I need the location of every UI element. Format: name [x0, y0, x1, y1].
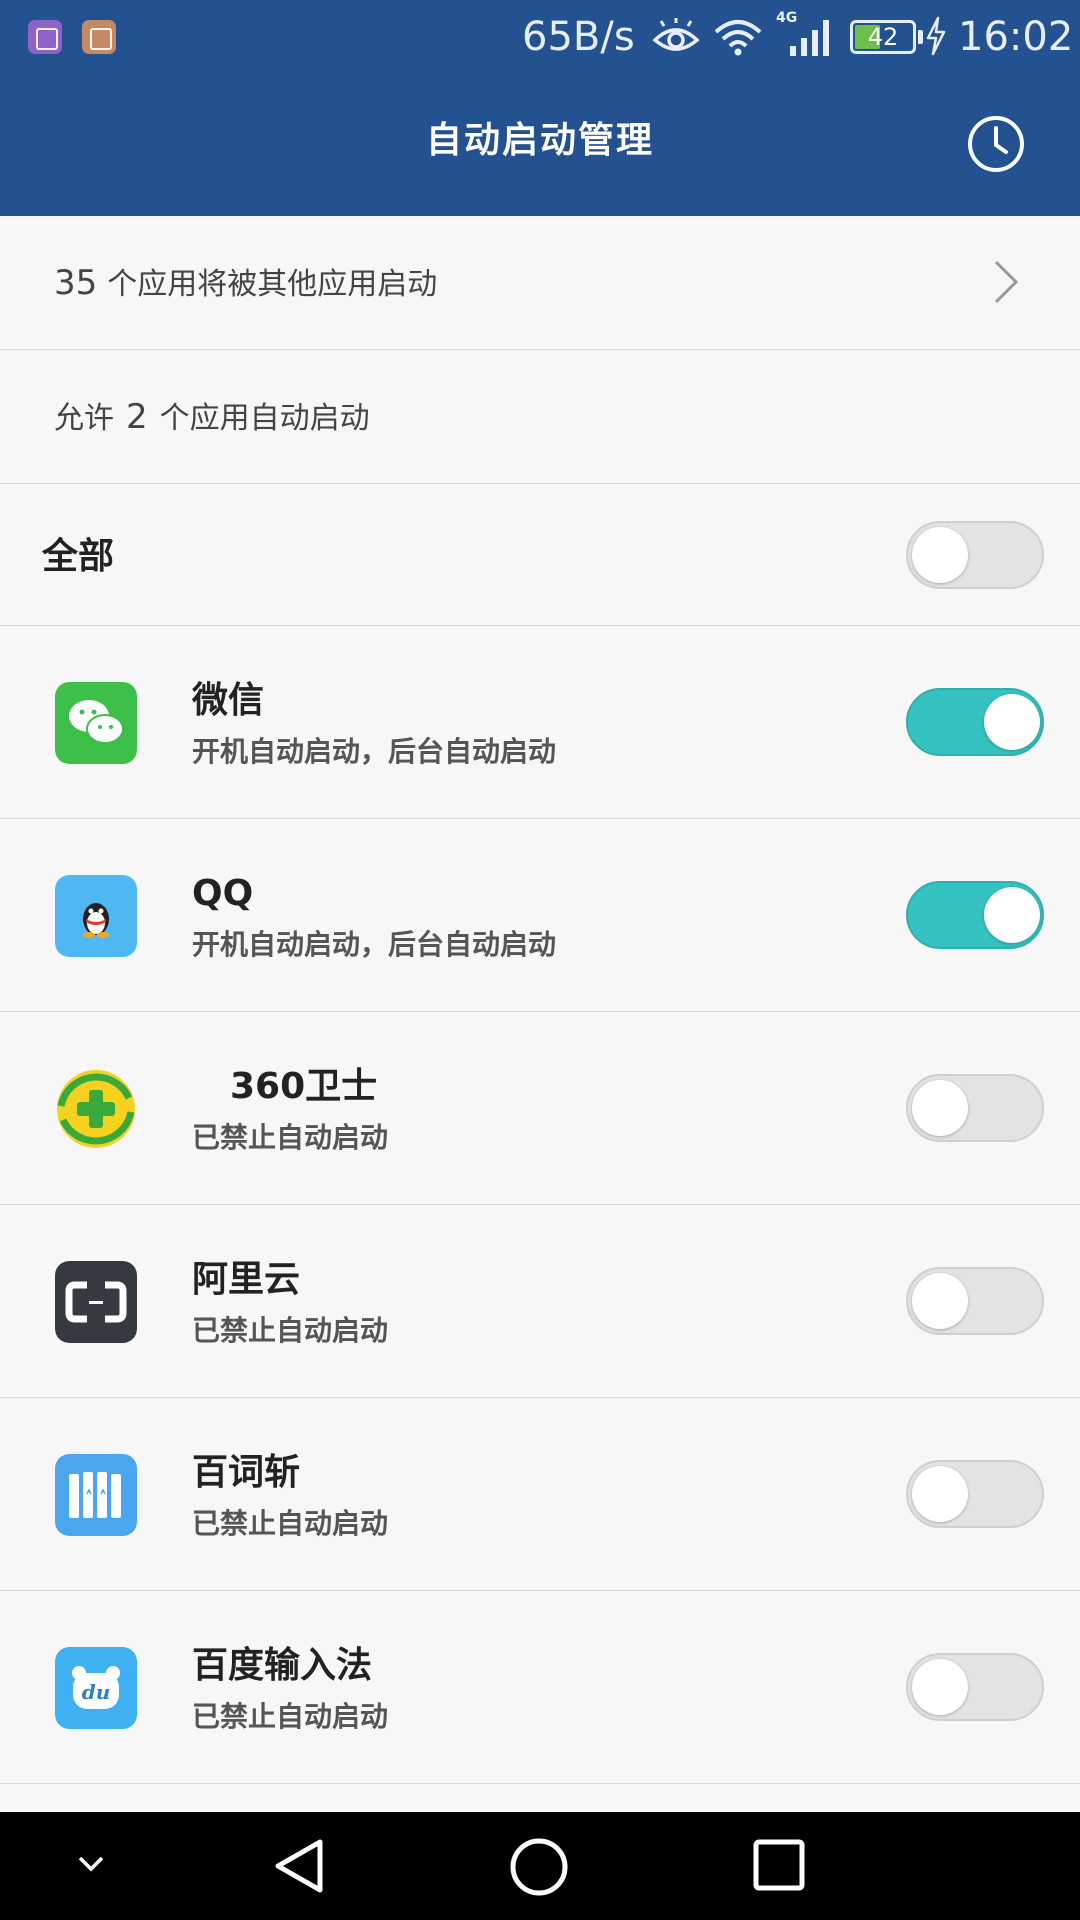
toggle-knob	[912, 1080, 968, 1136]
allowed-count: 2	[126, 397, 148, 437]
network-type: 4G	[776, 10, 797, 26]
gallery-icon	[82, 20, 116, 54]
toggle-knob	[912, 1466, 968, 1522]
all-label: 全部	[42, 536, 115, 577]
toggle-knob	[912, 1659, 968, 1715]
home-icon[interactable]	[508, 1836, 570, 1898]
chevron-right-icon[interactable]	[992, 258, 1020, 306]
app-name: 360卫士	[230, 1066, 378, 1107]
title-bar: 自动启动管理	[0, 72, 1080, 216]
app-status: 已禁止自动启动	[192, 1700, 389, 1733]
app-name: 百度输入法	[192, 1645, 373, 1686]
app-row-wechat: 微信 开机自动启动，后台自动启动	[0, 626, 1080, 819]
app-row-qq: QQ 开机自动启动，后台自动启动	[0, 819, 1080, 1012]
qq-icon	[55, 875, 137, 957]
battery-level: 42	[867, 23, 899, 51]
toggle-knob	[912, 1273, 968, 1329]
app-row-360: 360卫士 已禁止自动启动	[0, 1012, 1080, 1205]
launched-label: 个应用将被其他应用启动	[107, 267, 438, 302]
net-speed: 65B/s	[522, 14, 635, 60]
allowed-prefix: 允许	[54, 401, 114, 436]
app-toggle-baicizhan[interactable]	[906, 1460, 1044, 1528]
allowed-suffix: 个应用自动启动	[159, 401, 370, 436]
app-name: 百词斩	[192, 1452, 301, 1493]
app-name: 微信	[192, 680, 265, 721]
app-toggle-baidu-ime[interactable]	[906, 1653, 1044, 1721]
all-toggle-switch[interactable]	[906, 521, 1044, 589]
all-toggle-row: 全部	[0, 484, 1080, 626]
navigation-bar	[0, 1812, 1080, 1920]
app-name: QQ	[192, 873, 254, 914]
signal-icon: 4G	[776, 10, 829, 56]
app-status: 已禁止自动启动	[192, 1314, 389, 1347]
app-toggle-qq[interactable]	[906, 881, 1044, 949]
chevron-down-icon[interactable]	[74, 1852, 108, 1876]
clock-time: 16:02	[958, 14, 1074, 60]
clock-icon[interactable]	[966, 114, 1026, 174]
svg-text:du: du	[82, 1680, 111, 1704]
launched-by-others-text: 35 个应用将被其他应用启动	[54, 261, 437, 307]
launched-count: 35	[54, 263, 98, 303]
allowed-count-text: 允许 2 个应用自动启动	[54, 395, 370, 441]
aliyun-icon	[55, 1261, 137, 1343]
app-name: 阿里云	[192, 1259, 301, 1300]
toggle-knob	[912, 527, 968, 583]
app-status: 已禁止自动启动	[192, 1507, 389, 1540]
launched-by-others-row[interactable]: 35 个应用将被其他应用启动	[0, 216, 1080, 350]
baidu-ime-icon: du	[55, 1647, 137, 1729]
eye-comfort-icon	[652, 18, 700, 51]
360-icon	[57, 1070, 135, 1148]
status-bar: 65B/s 4G 42 16:02	[0, 0, 1080, 72]
app-toggle-wechat[interactable]	[906, 688, 1044, 756]
app-status: 开机自动启动，后台自动启动	[192, 735, 557, 768]
wifi-icon	[714, 20, 762, 56]
app-row-aliyun: 阿里云 已禁止自动启动	[0, 1205, 1080, 1398]
wechat-icon	[55, 682, 137, 764]
charging-icon	[926, 16, 946, 56]
app-toggle-360[interactable]	[906, 1074, 1044, 1142]
gallery-icon	[28, 20, 62, 54]
app-status: 已禁止自动启动	[192, 1121, 389, 1154]
recents-icon[interactable]	[752, 1838, 806, 1892]
baicizhan-icon	[55, 1454, 137, 1536]
back-icon[interactable]	[270, 1836, 330, 1896]
app-row-baidu-ime: du 百度输入法 已禁止自动启动	[0, 1591, 1080, 1784]
page-title: 自动启动管理	[425, 120, 654, 161]
app-status: 开机自动启动，后台自动启动	[192, 928, 557, 961]
app-toggle-aliyun[interactable]	[906, 1267, 1044, 1335]
toggle-knob	[984, 887, 1040, 943]
app-row-baicizhan: 百词斩 已禁止自动启动	[0, 1398, 1080, 1591]
allowed-count-row: 允许 2 个应用自动启动	[0, 350, 1080, 484]
battery-icon: 42	[850, 20, 916, 54]
toggle-knob	[984, 694, 1040, 750]
battery-cap	[918, 30, 923, 44]
